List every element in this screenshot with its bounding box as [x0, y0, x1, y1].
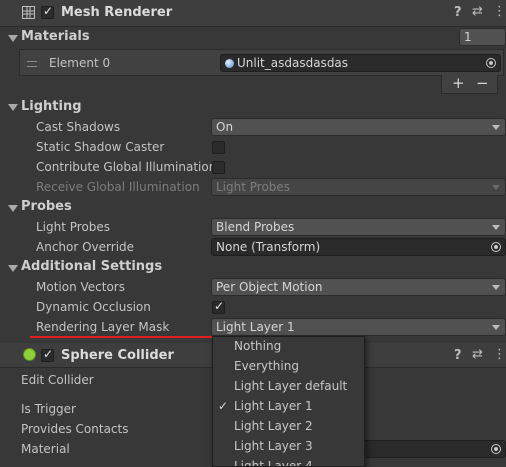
menu-item-light-layer-2[interactable]: Light Layer 2 — [213, 417, 364, 437]
more-menu-icon[interactable]: ⋮ — [493, 4, 506, 19]
materials-label: Materials — [21, 29, 90, 44]
edit-collider-label: Edit Collider — [21, 373, 94, 387]
more-menu-icon[interactable]: ⋮ — [493, 347, 506, 362]
anchor-override-field[interactable]: None (Transform) — [211, 238, 506, 256]
receive-gi-dropdown: Light Probes — [211, 178, 506, 196]
remove-element-button[interactable]: − — [476, 74, 489, 92]
menu-item-light-layer-default[interactable]: Light Layer default — [213, 377, 364, 397]
menu-item-everything[interactable]: Everything — [213, 357, 364, 377]
rendering-layer-mask-label: Rendering Layer Mask — [36, 320, 170, 334]
rendering-layer-mask-dropdown[interactable]: Light Layer 1 — [211, 318, 506, 336]
material-object-field[interactable]: Unlit_asdasdasdas — [220, 54, 501, 72]
is-trigger-label: Is Trigger — [21, 402, 76, 416]
cast-shadows-dropdown[interactable]: On — [211, 118, 506, 136]
motion-vectors-dropdown[interactable]: Per Object Motion — [211, 278, 506, 296]
object-picker-icon[interactable] — [491, 242, 501, 252]
cast-shadows-label: Cast Shadows — [36, 120, 121, 134]
menu-item-light-layer-4[interactable]: Light Layer 4 — [213, 457, 364, 466]
object-picker-icon[interactable] — [491, 444, 501, 454]
receive-gi-label: Receive Global Illumination — [36, 180, 200, 194]
object-picker-icon[interactable] — [486, 58, 496, 68]
probes-foldout-arrow[interactable] — [8, 205, 18, 212]
dynamic-occlusion-checkbox[interactable] — [212, 299, 225, 314]
lighting-label: Lighting — [21, 99, 82, 114]
chevron-down-icon — [492, 225, 500, 230]
menu-item-light-layer-3[interactable]: Light Layer 3 — [213, 437, 364, 457]
physic-material-field[interactable] — [362, 440, 506, 458]
mesh-renderer-icon — [22, 6, 35, 19]
motion-vectors-label: Motion Vectors — [36, 280, 125, 294]
additional-settings-foldout-arrow[interactable] — [8, 265, 18, 272]
drag-handle-icon[interactable] — [27, 61, 37, 67]
chevron-down-icon — [492, 125, 500, 130]
static-shadow-caster-label: Static Shadow Caster — [36, 140, 165, 154]
menu-item-nothing[interactable]: Nothing — [213, 337, 364, 357]
dynamic-occlusion-label: Dynamic Occlusion — [36, 300, 151, 314]
help-icon[interactable]: ? — [454, 5, 462, 20]
presets-icon[interactable]: ⇄ — [472, 347, 483, 362]
provides-contacts-label: Provides Contacts — [21, 422, 129, 436]
chevron-down-icon — [492, 325, 500, 330]
anchor-override-label: Anchor Override — [36, 240, 135, 254]
add-element-button[interactable]: + — [452, 74, 465, 92]
materials-count-field[interactable]: 1 — [459, 28, 506, 46]
additional-settings-label: Additional Settings — [21, 259, 163, 274]
presets-icon[interactable]: ⇄ — [472, 4, 483, 19]
materials-list: Element 0 Unlit_asdasdasdas — [19, 49, 504, 76]
contribute-gi-checkbox[interactable] — [212, 161, 225, 174]
light-probes-label: Light Probes — [36, 220, 111, 234]
probes-label: Probes — [21, 199, 72, 214]
checkmark-icon: ✓ — [218, 399, 229, 413]
sphere-collider-enabled-checkbox[interactable] — [41, 347, 54, 362]
materials-foldout-arrow[interactable] — [8, 35, 18, 42]
chevron-down-icon — [492, 285, 500, 290]
mesh-renderer-title: Mesh Renderer — [61, 5, 173, 20]
rendering-layer-mask-menu: Nothing Everything Light Layer default ✓… — [212, 336, 365, 467]
material-label: Material — [21, 442, 70, 456]
sphere-collider-title: Sphere Collider — [61, 348, 174, 363]
static-shadow-caster-checkbox[interactable] — [212, 141, 225, 154]
contribute-gi-label: Contribute Global Illumination — [36, 160, 217, 174]
menu-item-light-layer-1[interactable]: ✓ Light Layer 1 — [213, 397, 364, 417]
lighting-foldout-arrow[interactable] — [8, 104, 18, 111]
sphere-collider-icon — [23, 348, 36, 361]
list-footer: + − — [441, 74, 498, 94]
mesh-renderer-enabled-checkbox[interactable] — [41, 4, 54, 19]
chevron-down-icon — [492, 185, 500, 190]
help-icon[interactable]: ? — [454, 348, 462, 363]
light-probes-dropdown[interactable]: Blend Probes — [211, 218, 506, 236]
element-0-label: Element 0 — [49, 56, 111, 70]
material-sphere-icon — [225, 59, 234, 68]
mesh-renderer-header[interactable]: Mesh Renderer ? ⇄ ⋮ — [0, 0, 506, 27]
